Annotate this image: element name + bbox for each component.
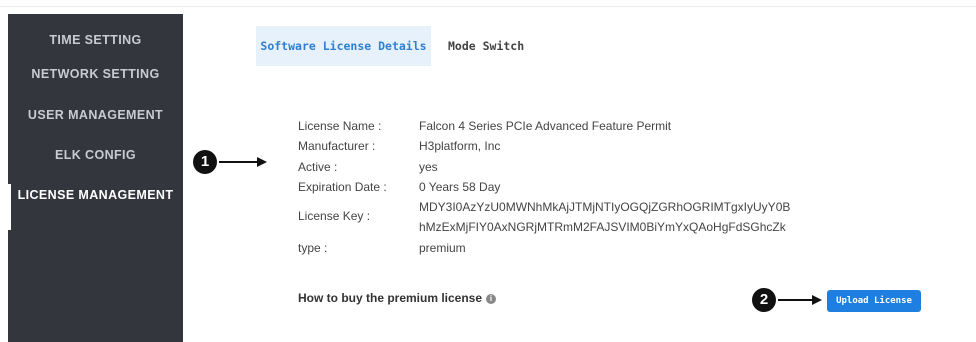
premium-license-help[interactable]: How to buy the premium license i [298, 291, 497, 305]
license-key-value-line-1: MDY3I0AzYzU0MWNhMkAjJTMjNTIyOGQjZGRhOGRI… [419, 200, 791, 214]
info-icon[interactable]: i [486, 293, 497, 304]
tab-software-license-details[interactable]: Software License Details [256, 26, 431, 66]
expiration-date-value: 0 Years 58 Day [419, 180, 501, 194]
callout-marker-1: 1 [193, 150, 217, 174]
callout-marker-2: 2 [752, 288, 776, 312]
top-divider [0, 6, 976, 7]
sidebar-item-elk-config[interactable]: ELK CONFIG [8, 144, 183, 166]
manufacturer-value: H3platform, Inc [419, 139, 501, 153]
type-label: type : [298, 241, 328, 255]
sidebar-item-license-management[interactable]: LICENSE MANAGEMENT [8, 184, 183, 206]
expiration-date-label: Expiration Date : [298, 180, 387, 194]
upload-license-button[interactable]: Upload License [827, 290, 921, 312]
premium-license-help-text: How to buy the premium license [298, 291, 483, 305]
callout-arrow-1 [219, 157, 267, 167]
license-name-label: License Name : [298, 119, 382, 133]
sidebar-item-user-management[interactable]: USER MANAGEMENT [8, 104, 183, 126]
sidebar: TIME SETTING NETWORK SETTING USER MANAGE… [8, 14, 183, 342]
tab-mode-switch[interactable]: Mode Switch [448, 26, 524, 66]
license-key-value-line-2: hMzExMjFIY0AxNGRjMTRmM2FAJSVIM0BiYmYxQAo… [419, 220, 786, 234]
active-value: yes [419, 160, 438, 174]
manufacturer-label: Manufacturer : [298, 139, 376, 153]
sidebar-item-time-setting[interactable]: TIME SETTING [8, 29, 183, 51]
license-name-value: Falcon 4 Series PCIe Advanced Feature Pe… [419, 119, 672, 133]
active-label: Active : [298, 160, 338, 174]
callout-arrow-2 [778, 295, 822, 305]
type-value: premium [419, 241, 466, 255]
page: TIME SETTING NETWORK SETTING USER MANAGE… [0, 0, 976, 342]
sidebar-item-network-setting[interactable]: NETWORK SETTING [8, 63, 183, 85]
license-key-label: License Key : [298, 209, 371, 223]
